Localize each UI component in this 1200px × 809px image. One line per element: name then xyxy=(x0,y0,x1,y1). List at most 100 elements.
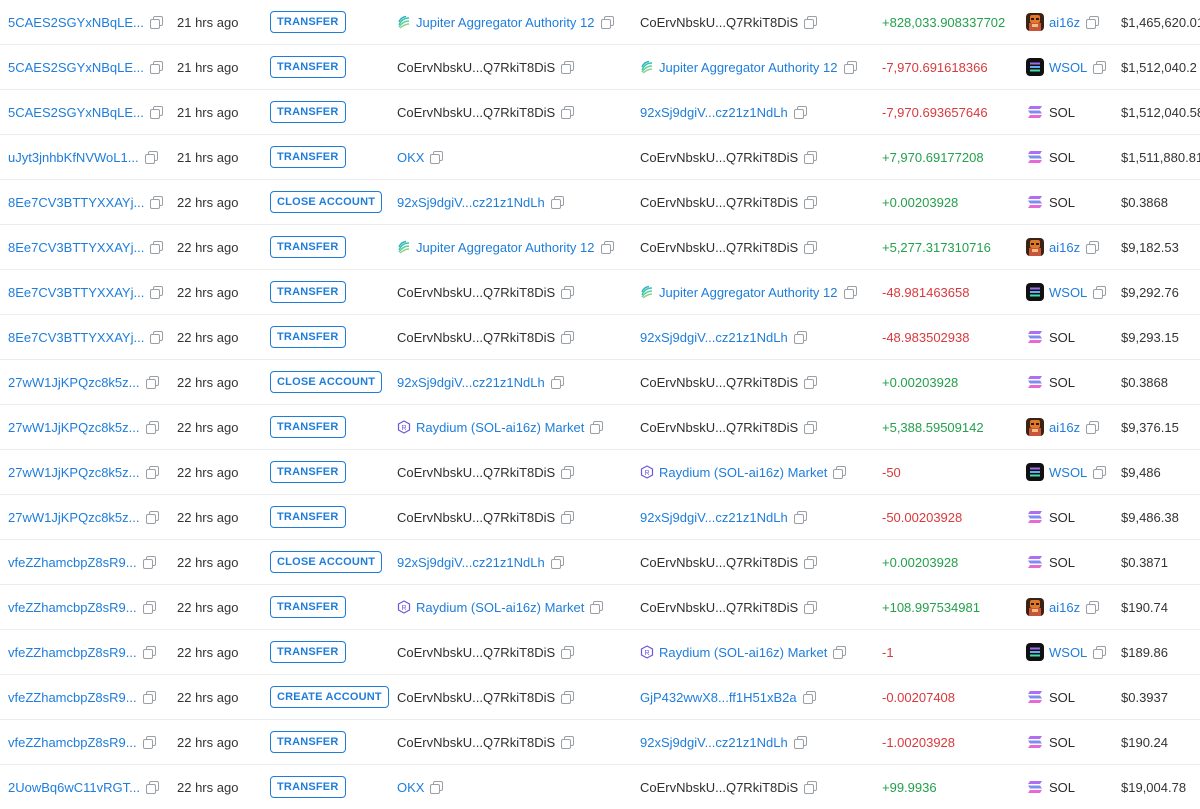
copy-icon[interactable] xyxy=(150,285,164,299)
copy-icon[interactable] xyxy=(1086,600,1100,614)
to-address-text[interactable]: 92xSj9dgiV...cz21z1NdLh xyxy=(640,735,788,750)
signature-link[interactable]: 5CAES2SGYxNBqLE... xyxy=(8,60,144,75)
copy-icon[interactable] xyxy=(793,105,807,119)
copy-icon[interactable] xyxy=(561,735,575,749)
copy-icon[interactable] xyxy=(145,420,159,434)
copy-icon[interactable] xyxy=(1093,60,1107,74)
copy-icon[interactable] xyxy=(561,285,575,299)
signature-link[interactable]: 5CAES2SGYxNBqLE... xyxy=(8,15,144,30)
signature-link[interactable]: uJyt3jnhbKfNVWoL1... xyxy=(8,150,139,165)
copy-icon[interactable] xyxy=(561,465,575,479)
token-name[interactable]: WSOL xyxy=(1049,60,1087,75)
copy-icon[interactable] xyxy=(804,240,818,254)
signature-link[interactable]: vfeZZhamcbpZ8sR9... xyxy=(8,735,137,750)
copy-icon[interactable] xyxy=(1086,240,1100,254)
copy-icon[interactable] xyxy=(142,735,156,749)
copy-icon[interactable] xyxy=(793,510,807,524)
token-name[interactable]: WSOL xyxy=(1049,645,1087,660)
copy-icon[interactable] xyxy=(1093,465,1107,479)
token-name[interactable]: ai16z xyxy=(1049,600,1080,615)
copy-icon[interactable] xyxy=(150,240,164,254)
copy-icon[interactable] xyxy=(804,375,818,389)
signature-link[interactable]: 8Ee7CV3BTTYXXAYj... xyxy=(8,195,144,210)
copy-icon[interactable] xyxy=(590,600,604,614)
to-address-text[interactable]: 92xSj9dgiV...cz21z1NdLh xyxy=(640,330,788,345)
copy-icon[interactable] xyxy=(550,375,564,389)
signature-link[interactable]: 2UowBq6wC11vRGT... xyxy=(8,780,140,795)
copy-icon[interactable] xyxy=(1093,285,1107,299)
copy-icon[interactable] xyxy=(149,15,163,29)
from-address-text[interactable]: Raydium (SOL-ai16z) Market xyxy=(416,600,584,615)
copy-icon[interactable] xyxy=(150,195,164,209)
copy-icon[interactable] xyxy=(804,780,818,794)
copy-icon[interactable] xyxy=(843,285,857,299)
token-name[interactable]: ai16z xyxy=(1049,15,1080,30)
copy-icon[interactable] xyxy=(804,600,818,614)
token-name[interactable]: ai16z xyxy=(1049,240,1080,255)
copy-icon[interactable] xyxy=(144,150,158,164)
copy-icon[interactable] xyxy=(150,330,164,344)
copy-icon[interactable] xyxy=(145,465,159,479)
copy-icon[interactable] xyxy=(804,195,818,209)
copy-icon[interactable] xyxy=(561,105,575,119)
copy-icon[interactable] xyxy=(142,645,156,659)
signature-link[interactable]: 8Ee7CV3BTTYXXAYj... xyxy=(8,240,144,255)
copy-icon[interactable] xyxy=(802,690,816,704)
copy-icon[interactable] xyxy=(1086,420,1100,434)
signature-link[interactable]: 27wW1JjKPQzc8k5z... xyxy=(8,465,140,480)
from-address-text[interactable]: Raydium (SOL-ai16z) Market xyxy=(416,420,584,435)
copy-icon[interactable] xyxy=(843,60,857,74)
copy-icon[interactable] xyxy=(804,15,818,29)
signature-link[interactable]: 8Ee7CV3BTTYXXAYj... xyxy=(8,330,144,345)
signature-link[interactable]: 8Ee7CV3BTTYXXAYj... xyxy=(8,285,144,300)
copy-icon[interactable] xyxy=(142,600,156,614)
copy-icon[interactable] xyxy=(145,375,159,389)
copy-icon[interactable] xyxy=(561,690,575,704)
signature-link[interactable]: 27wW1JjKPQzc8k5z... xyxy=(8,375,140,390)
copy-icon[interactable] xyxy=(804,420,818,434)
signature-link[interactable]: vfeZZhamcbpZ8sR9... xyxy=(8,690,137,705)
from-address-text[interactable]: OKX xyxy=(397,150,424,165)
copy-icon[interactable] xyxy=(145,780,159,794)
copy-icon[interactable] xyxy=(590,420,604,434)
copy-icon[interactable] xyxy=(804,150,818,164)
from-address-text[interactable]: OKX xyxy=(397,780,424,795)
copy-icon[interactable] xyxy=(550,195,564,209)
copy-icon[interactable] xyxy=(833,465,847,479)
to-address-text[interactable]: 92xSj9dgiV...cz21z1NdLh xyxy=(640,105,788,120)
from-address-text[interactable]: 92xSj9dgiV...cz21z1NdLh xyxy=(397,195,545,210)
copy-icon[interactable] xyxy=(1093,645,1107,659)
token-name[interactable]: ai16z xyxy=(1049,420,1080,435)
copy-icon[interactable] xyxy=(561,60,575,74)
copy-icon[interactable] xyxy=(550,555,564,569)
copy-icon[interactable] xyxy=(600,240,614,254)
copy-icon[interactable] xyxy=(561,510,575,524)
copy-icon[interactable] xyxy=(142,690,156,704)
signature-link[interactable]: 27wW1JjKPQzc8k5z... xyxy=(8,510,140,525)
copy-icon[interactable] xyxy=(149,60,163,74)
copy-icon[interactable] xyxy=(1086,15,1100,29)
copy-icon[interactable] xyxy=(145,510,159,524)
token-name[interactable]: WSOL xyxy=(1049,465,1087,480)
copy-icon[interactable] xyxy=(430,780,444,794)
copy-icon[interactable] xyxy=(600,15,614,29)
copy-icon[interactable] xyxy=(149,105,163,119)
to-address-text[interactable]: Raydium (SOL-ai16z) Market xyxy=(659,645,827,660)
to-address-text[interactable]: 92xSj9dgiV...cz21z1NdLh xyxy=(640,510,788,525)
signature-link[interactable]: vfeZZhamcbpZ8sR9... xyxy=(8,555,137,570)
to-address-text[interactable]: Jupiter Aggregator Authority 12 xyxy=(659,285,838,300)
to-address-text[interactable]: Jupiter Aggregator Authority 12 xyxy=(659,60,838,75)
signature-link[interactable]: vfeZZhamcbpZ8sR9... xyxy=(8,645,137,660)
copy-icon[interactable] xyxy=(804,555,818,569)
copy-icon[interactable] xyxy=(430,150,444,164)
copy-icon[interactable] xyxy=(833,645,847,659)
signature-link[interactable]: 5CAES2SGYxNBqLE... xyxy=(8,105,144,120)
signature-link[interactable]: vfeZZhamcbpZ8sR9... xyxy=(8,600,137,615)
to-address-text[interactable]: GjP432wwX8...ff1H51xB2a xyxy=(640,690,797,705)
copy-icon[interactable] xyxy=(793,330,807,344)
copy-icon[interactable] xyxy=(561,330,575,344)
copy-icon[interactable] xyxy=(142,555,156,569)
from-address-text[interactable]: 92xSj9dgiV...cz21z1NdLh xyxy=(397,375,545,390)
from-address-text[interactable]: Jupiter Aggregator Authority 12 xyxy=(416,240,595,255)
to-address-text[interactable]: Raydium (SOL-ai16z) Market xyxy=(659,465,827,480)
